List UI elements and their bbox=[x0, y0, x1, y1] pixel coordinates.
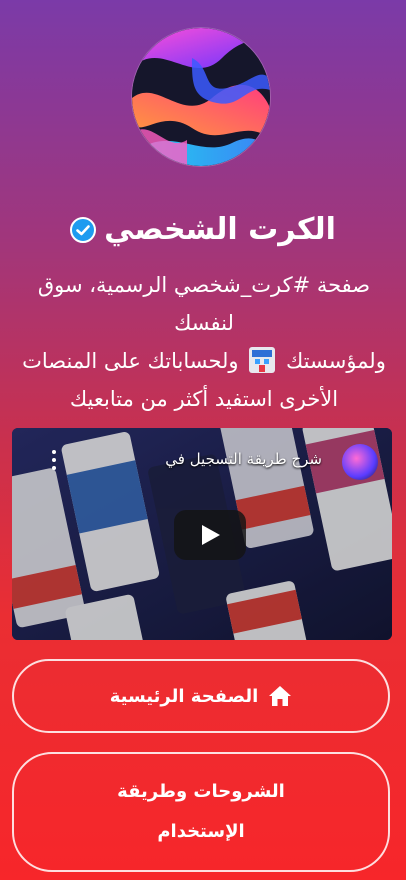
avatar-art bbox=[132, 28, 270, 166]
bio-line-2: ولمؤسستك ولحساباتك على المنصات bbox=[14, 342, 394, 380]
video-title[interactable]: شرح طريقة التسجيل في bbox=[165, 450, 322, 468]
profile-bio: صفحة #كرت_شخصي الرسمية، سوق لنفسك ولمؤسس… bbox=[14, 266, 394, 418]
profile-name: الكرت الشخصي bbox=[104, 212, 336, 247]
bio-line-2b: ولحساباتك على المنصات bbox=[22, 349, 239, 373]
tutorials-label-line1: الشروحات وطريقة bbox=[117, 781, 285, 802]
more-options-icon[interactable] bbox=[52, 450, 56, 474]
tutorials-label-line2: الإستخدام bbox=[157, 821, 245, 842]
home-page-label: الصفحة الرئيسية bbox=[109, 685, 259, 707]
bio-line-1: صفحة #كرت_شخصي الرسمية، سوق لنفسك bbox=[37, 273, 371, 335]
verified-badge-icon bbox=[70, 217, 97, 243]
play-button[interactable] bbox=[174, 510, 246, 560]
home-icon bbox=[269, 686, 292, 706]
home-page-link[interactable]: الصفحة الرئيسية bbox=[12, 659, 390, 733]
bio-line-2a: ولمؤسستك bbox=[285, 349, 386, 373]
bio-line-3: الأخرى استفيد أكثر من متابعيك bbox=[69, 387, 339, 411]
convenience-store-icon bbox=[249, 347, 276, 373]
profile-header: الكرت الشخصي bbox=[0, 210, 406, 250]
tutorials-link[interactable]: الشروحات وطريقة الإستخدام bbox=[12, 752, 390, 872]
profile-avatar[interactable] bbox=[132, 28, 270, 166]
video-embed[interactable]: شرح طريقة التسجيل في bbox=[12, 428, 392, 640]
channel-avatar[interactable] bbox=[342, 444, 378, 480]
